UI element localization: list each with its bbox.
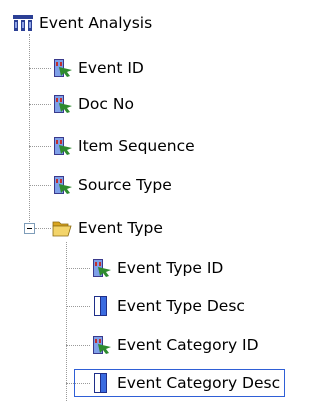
tree-node-attribute[interactable]: Doc No (51, 91, 136, 117)
tree-node-root[interactable]: Event Analysis (12, 10, 154, 36)
tree-node-label: Event Analysis (39, 14, 153, 32)
tree-connector (66, 306, 90, 307)
tree-node-label: Event ID (78, 59, 144, 77)
attribute-key-icon (93, 336, 111, 354)
attribute-key-icon (54, 59, 72, 77)
tree-node-label: Doc No (78, 95, 134, 113)
attribute-key-icon (54, 176, 72, 194)
tree-node-label: Event Type (78, 219, 163, 237)
tree-node-attribute[interactable]: Source Type (51, 172, 174, 198)
tree-node-attribute[interactable]: Item Sequence (51, 133, 197, 159)
tree-connector (66, 268, 90, 269)
attribute-desc-icon (94, 296, 107, 316)
tree-connector (29, 104, 51, 105)
attribute-desc-icon (94, 373, 107, 393)
tree-node-label: Item Sequence (78, 137, 195, 155)
tree-view: Event Analysis Event ID Doc No Item Sequ… (0, 0, 333, 401)
cube-icon (13, 15, 33, 31)
open-folder-icon (52, 221, 72, 237)
tree-connector (29, 68, 51, 69)
attribute-key-icon (54, 137, 72, 155)
tree-node-label: Event Category ID (117, 336, 259, 354)
tree-node-label: Event Category Desc (117, 374, 281, 392)
tree-node-folder[interactable]: Event Type (51, 215, 165, 241)
collapse-toggle[interactable] (24, 223, 35, 234)
tree-connector (66, 242, 67, 401)
tree-connector (35, 228, 51, 229)
tree-connector (66, 345, 90, 346)
tree-node-label: Event Type ID (117, 259, 224, 277)
tree-node-attribute[interactable]: Event Type Desc (90, 293, 247, 319)
tree-connector (29, 146, 51, 147)
tree-node-label: Source Type (78, 176, 172, 194)
tree-node-attribute[interactable]: Event ID (51, 55, 146, 81)
tree-node-attribute[interactable]: Event Type ID (90, 255, 225, 281)
tree-connector (29, 185, 51, 186)
tree-node-label: Event Type Desc (117, 297, 245, 315)
tree-connector (29, 34, 30, 222)
tree-node-attribute[interactable]: Event Category ID (90, 332, 261, 358)
attribute-key-icon (93, 259, 111, 277)
tree-node-attribute-selected[interactable]: Event Category Desc (73, 369, 286, 397)
attribute-key-icon (54, 95, 72, 113)
